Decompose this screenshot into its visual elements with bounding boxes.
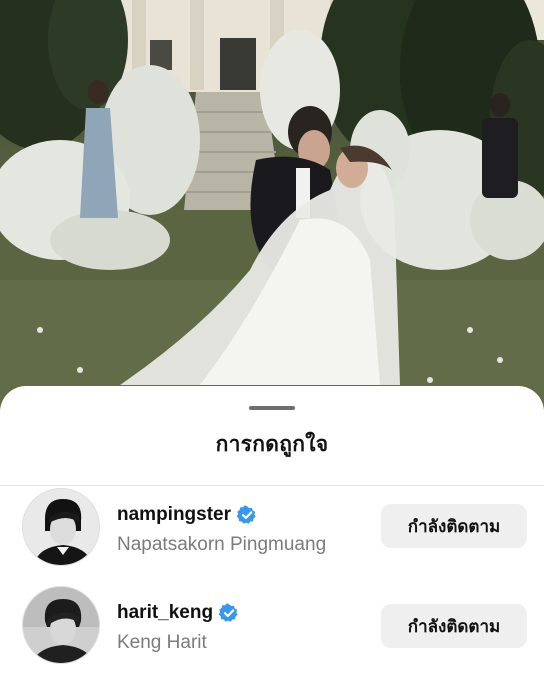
- avatar[interactable]: [22, 488, 100, 566]
- sheet-divider: [0, 485, 544, 486]
- full-name: Napatsakorn Pingmuang: [117, 534, 327, 555]
- full-name: Keng Harit: [117, 632, 207, 653]
- following-button[interactable]: กำลังติดตาม: [381, 604, 527, 648]
- username[interactable]: harit_keng: [117, 602, 213, 624]
- verified-badge-icon: [236, 505, 257, 525]
- sheet-title: การกดถูกใจ: [215, 433, 329, 456]
- sheet-grabber-handle[interactable]: [249, 406, 295, 410]
- post-photo: [0, 0, 544, 410]
- likes-screen: การกดถูกใจ nampingster Napatsakorn Pingm…: [0, 0, 544, 680]
- username[interactable]: nampingster: [117, 504, 231, 526]
- verified-badge-icon: [218, 603, 239, 623]
- following-button[interactable]: กำลังติดตาม: [381, 504, 527, 548]
- list-item-user-2[interactable]: harit_keng Keng Harit กำลังติดตาม: [0, 586, 544, 674]
- avatar-photo-1: [23, 489, 99, 565]
- user-info-2[interactable]: harit_keng Keng Harit: [117, 600, 239, 654]
- avatar[interactable]: [22, 586, 100, 664]
- avatar-photo-2: [23, 587, 99, 663]
- wedding-photo-illustration: [0, 0, 544, 410]
- list-item-user-1[interactable]: nampingster Napatsakorn Pingmuang กำลังต…: [0, 488, 544, 576]
- likes-sheet: การกดถูกใจ nampingster Napatsakorn Pingm…: [0, 386, 544, 680]
- user-info-1[interactable]: nampingster Napatsakorn Pingmuang: [117, 502, 326, 556]
